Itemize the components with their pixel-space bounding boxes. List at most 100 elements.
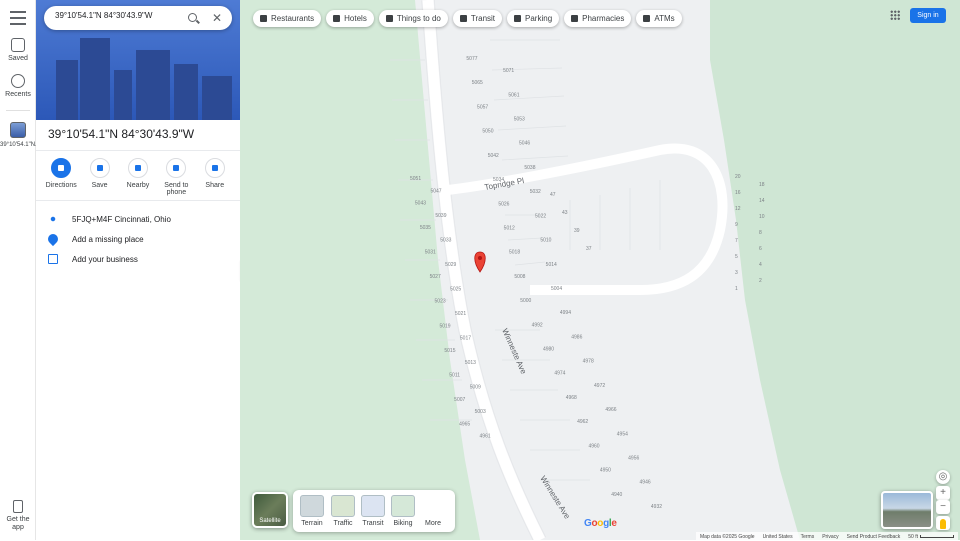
- search-input[interactable]: [55, 11, 180, 20]
- plus-code-text: 5FJQ+M4F Cincinnati, Ohio: [72, 214, 171, 224]
- house-number: 4994: [560, 310, 571, 316]
- house-number: 18: [759, 182, 765, 188]
- house-number: 39: [574, 228, 580, 234]
- chip-things-to-do[interactable]: Things to do: [378, 10, 448, 27]
- house-number: 5026: [498, 201, 509, 207]
- divider: [36, 200, 240, 201]
- chip-restaurants[interactable]: Restaurants: [253, 10, 322, 27]
- house-number: 5071: [503, 68, 514, 74]
- recent-place-item[interactable]: 39°10'54.1"N...: [0, 122, 40, 149]
- feedback-link[interactable]: Send Product Feedback: [847, 534, 901, 540]
- house-number: 12: [735, 206, 741, 212]
- house-number: 4978: [583, 359, 594, 365]
- pharmacy-icon: [571, 15, 579, 22]
- house-number: 5010: [540, 238, 551, 244]
- add-place-icon: [45, 231, 61, 247]
- place-title: 39°10'54.1"N 84°30'43.9"W: [48, 127, 195, 141]
- layer-terrain[interactable]: Terrain: [299, 495, 325, 527]
- house-number: 6: [759, 246, 762, 252]
- house-number: 5032: [530, 189, 541, 195]
- street-view-thumbnail[interactable]: [881, 491, 933, 529]
- house-number: 5012: [504, 225, 515, 231]
- house-number: 5: [735, 254, 738, 260]
- house-number: 4965: [459, 421, 470, 427]
- house-number: 4992: [532, 322, 543, 328]
- house-number: 4932: [651, 504, 662, 510]
- google-apps-icon[interactable]: [890, 10, 900, 20]
- chip-hotels[interactable]: Hotels: [326, 10, 374, 27]
- plus-code-row[interactable]: 5FJQ+M4F Cincinnati, Ohio: [48, 211, 238, 227]
- house-number: 47: [550, 192, 556, 198]
- plus-code-icon: [48, 214, 58, 224]
- layer-transit[interactable]: Transit: [360, 495, 386, 527]
- chip-parking[interactable]: Parking: [507, 10, 560, 27]
- house-number: 5027: [430, 274, 441, 280]
- house-number: 5050: [482, 129, 493, 135]
- close-icon[interactable]: ✕: [212, 11, 222, 25]
- saved-button[interactable]: Saved: [0, 38, 36, 62]
- house-number: 5042: [488, 153, 499, 159]
- saved-label: Saved: [8, 55, 28, 62]
- house-number: 4954: [617, 431, 628, 437]
- house-number: 5057: [477, 104, 488, 110]
- house-number: 43: [562, 210, 568, 216]
- layers-bar: Terrain Traffic Transit Biking More: [293, 490, 455, 532]
- country-link[interactable]: United States: [763, 534, 793, 540]
- house-number: 5025: [450, 286, 461, 292]
- house-number: 5015: [444, 348, 455, 354]
- menu-icon[interactable]: [10, 11, 26, 25]
- nearby-button[interactable]: Nearby: [120, 158, 156, 196]
- share-label: Share: [205, 182, 225, 189]
- share-button[interactable]: Share: [197, 158, 233, 196]
- house-number: 4980: [543, 347, 554, 353]
- chip-atms[interactable]: ATMs: [636, 10, 682, 27]
- house-number: 4960: [588, 443, 599, 449]
- layer-more[interactable]: More: [420, 495, 446, 527]
- map-canvas[interactable]: Winneste Ave Winneste Ave Topridge Pl 50…: [240, 0, 960, 540]
- house-number: 5047: [430, 188, 441, 194]
- atm-icon: [643, 15, 651, 22]
- nearby-label: Nearby: [126, 182, 150, 189]
- add-business-row[interactable]: Add your business: [48, 251, 238, 267]
- park-area: [240, 0, 480, 540]
- house-number: 5065: [472, 80, 483, 86]
- search-box: ✕: [44, 6, 232, 30]
- zoom-out-button[interactable]: −: [936, 500, 950, 514]
- terms-link[interactable]: Terms: [801, 534, 815, 540]
- map-layer: Winneste Ave Winneste Ave Topridge Pl 50…: [240, 0, 960, 540]
- send-to-phone-button[interactable]: Send to phone: [158, 158, 194, 196]
- camera-icon: [385, 15, 393, 22]
- house-number: 5014: [546, 262, 557, 268]
- park-area: [710, 0, 960, 540]
- house-number: 7: [735, 238, 738, 244]
- layer-biking[interactable]: Biking: [390, 495, 416, 527]
- get-app-button[interactable]: Get the app: [0, 500, 36, 532]
- chip-pharmacies[interactable]: Pharmacies: [564, 10, 632, 27]
- layer-traffic[interactable]: Traffic: [330, 495, 356, 527]
- directions-button[interactable]: Directions: [43, 158, 79, 196]
- search-icon[interactable]: [188, 13, 197, 22]
- map-data-text: Map data ©2025 Google: [700, 533, 755, 540]
- recents-label: Recents: [5, 91, 31, 98]
- house-number: 5011: [449, 372, 460, 378]
- house-number: 4: [759, 262, 762, 268]
- biking-icon: [391, 495, 415, 517]
- house-number: 5038: [524, 165, 535, 171]
- zoom-in-button[interactable]: +: [936, 486, 950, 500]
- chip-transit[interactable]: Transit: [452, 10, 503, 27]
- my-location-button[interactable]: ◎: [936, 470, 950, 484]
- privacy-link[interactable]: Privacy: [822, 534, 838, 540]
- scale[interactable]: 50 ft: [908, 534, 955, 540]
- action-row: Directions Save Nearby Send to phone Sha…: [36, 158, 240, 196]
- house-number: 5008: [514, 274, 525, 280]
- recents-button[interactable]: Recents: [0, 74, 36, 98]
- place-panel: ✕ 39°10'54.1"N 84°30'43.9"W Directions S…: [36, 0, 240, 540]
- satellite-layer-button[interactable]: Satellite: [252, 492, 288, 528]
- save-button[interactable]: Save: [82, 158, 118, 196]
- residential-block: [450, 0, 700, 540]
- house-number: 4986: [571, 334, 582, 340]
- house-number: 5019: [439, 323, 450, 329]
- add-missing-place-row[interactable]: Add a missing place: [45, 231, 238, 247]
- sign-in-button[interactable]: Sign in: [910, 8, 946, 23]
- house-number: 2: [759, 278, 762, 284]
